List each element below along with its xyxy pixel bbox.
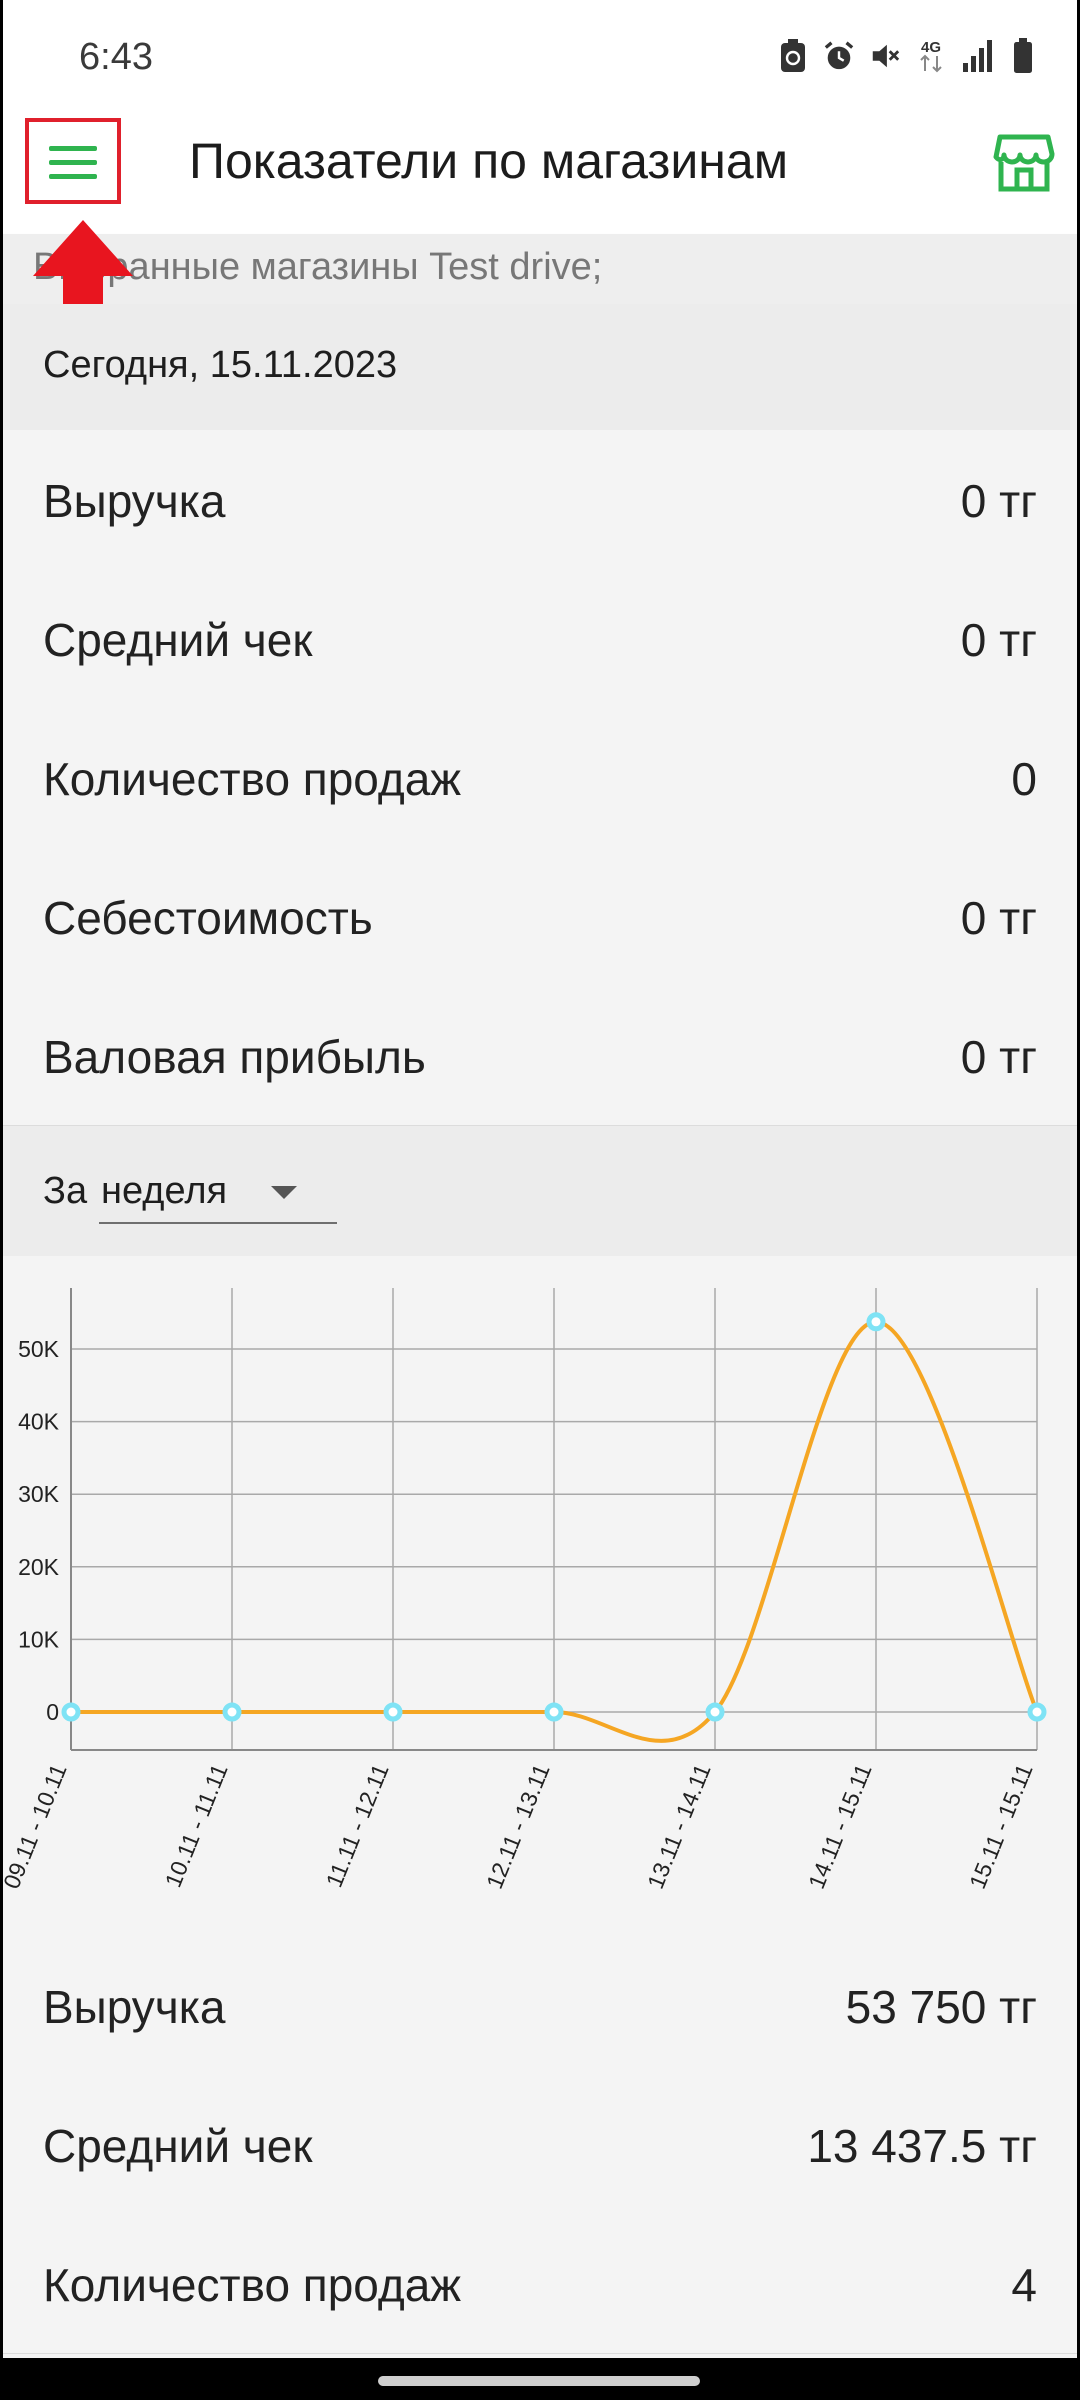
alarm-icon (823, 38, 855, 74)
today-metric-average-check: Средний чек 0 тг (3, 569, 1077, 709)
metric-value: 0 тг (960, 1031, 1037, 1083)
today-metric-gross-profit: Валовая прибыль 0 тг (3, 986, 1077, 1126)
x-tick-label: 15.11 - 15.11 (964, 1760, 1038, 1892)
signal-icon (961, 38, 993, 74)
y-tick-label: 0 (46, 1699, 59, 1725)
store-button[interactable] (993, 132, 1055, 194)
date-header: Сегодня, 15.11.2023 (3, 304, 1077, 430)
data-point (705, 1702, 725, 1722)
x-tick-label: 12.11 - 13.11 (481, 1760, 555, 1892)
status-icons: 4G (777, 38, 1039, 74)
metric-value: 0 (1011, 753, 1037, 805)
metric-label: Средний чек (43, 2120, 313, 2172)
status-bar: 6:43 4G (3, 0, 1077, 118)
period-metric-revenue: Выручка 53 750 тг (3, 1936, 1077, 2076)
navigation-bar (0, 2358, 1080, 2400)
metric-label: Выручка (43, 475, 226, 527)
y-tick-label: 40K (18, 1409, 60, 1435)
home-gesture-handle[interactable] (378, 2376, 700, 2386)
today-metric-cost: Себестоимость 0 тг (3, 847, 1077, 987)
sales-chart: 0 10K 20K 30K 40K 50K 09.11 - 10.11 10.11 - 11.… (3, 1256, 1077, 1936)
today-metric-revenue: Выручка 0 тг (3, 430, 1077, 570)
x-tick-label: 11.11 - 12.11 (321, 1760, 394, 1891)
mute-icon (869, 38, 901, 74)
x-tick-label: 13.11 - 14.11 (642, 1760, 716, 1892)
metric-label: Валовая прибыль (43, 1031, 426, 1083)
metric-value: 13 437.5 тг (807, 2120, 1037, 2172)
metric-label: Количество продаж (43, 753, 462, 805)
data-point (544, 1702, 564, 1722)
y-tick-label: 10K (18, 1626, 60, 1652)
metric-label: Выручка (43, 1981, 226, 2033)
recycle-icon (777, 38, 809, 74)
data-point (383, 1702, 403, 1722)
today-date-label: Сегодня, 15.11.2023 (43, 344, 398, 386)
4g-label: 4G (921, 39, 941, 56)
period-metric-sales-count: Количество продаж 4 (3, 2214, 1077, 2354)
x-tick-label: 10.11 - 11.11 (160, 1760, 233, 1891)
metric-value: 0 тг (960, 614, 1037, 666)
store-icon (993, 134, 1055, 192)
period-metric-average-check: Средний чек 13 437.5 тг (3, 2075, 1077, 2215)
metric-value: 53 750 тг (845, 1981, 1037, 2033)
x-tick-label: 09.11 - 10.11 (3, 1760, 72, 1892)
metric-value: 0 тг (960, 475, 1037, 527)
metric-label: Количество продаж (43, 2259, 462, 2311)
data-point (1027, 1702, 1047, 1722)
menu-button[interactable] (25, 118, 121, 204)
metric-label: Средний чек (43, 614, 313, 666)
period-bar: За неделя (3, 1126, 1077, 1256)
page-title: Показатели по магазинам (189, 133, 789, 189)
x-tick-label: 14.11 - 15.11 (803, 1760, 877, 1892)
data-point (866, 1312, 886, 1332)
status-time: 6:43 (79, 36, 153, 78)
metric-value: 4 (1011, 2259, 1037, 2311)
4g-icon: 4G (915, 38, 947, 74)
period-prefix: За (43, 1170, 88, 1212)
y-tick-label: 30K (18, 1481, 60, 1507)
data-point (222, 1702, 242, 1722)
y-tick-label: 50K (18, 1336, 60, 1362)
y-tick-label: 20K (18, 1554, 60, 1580)
metric-label: Себестоимость (43, 892, 373, 944)
app-bar: Показатели по магазинам (3, 118, 1077, 234)
metric-value: 0 тг (960, 892, 1037, 944)
battery-icon (1007, 38, 1039, 74)
screen: 6:43 4G Показатели по магазинам Выбранны… (3, 0, 1077, 2400)
period-selected-value: неделя (101, 1170, 228, 1212)
caret-down-icon (271, 1186, 297, 1199)
selected-stores-bar: Выбранные магазины Test drive; (3, 234, 1077, 304)
today-metric-sales-count: Количество продаж 0 (3, 708, 1077, 848)
data-point (61, 1702, 81, 1722)
period-dropdown[interactable]: неделя (99, 1166, 337, 1224)
